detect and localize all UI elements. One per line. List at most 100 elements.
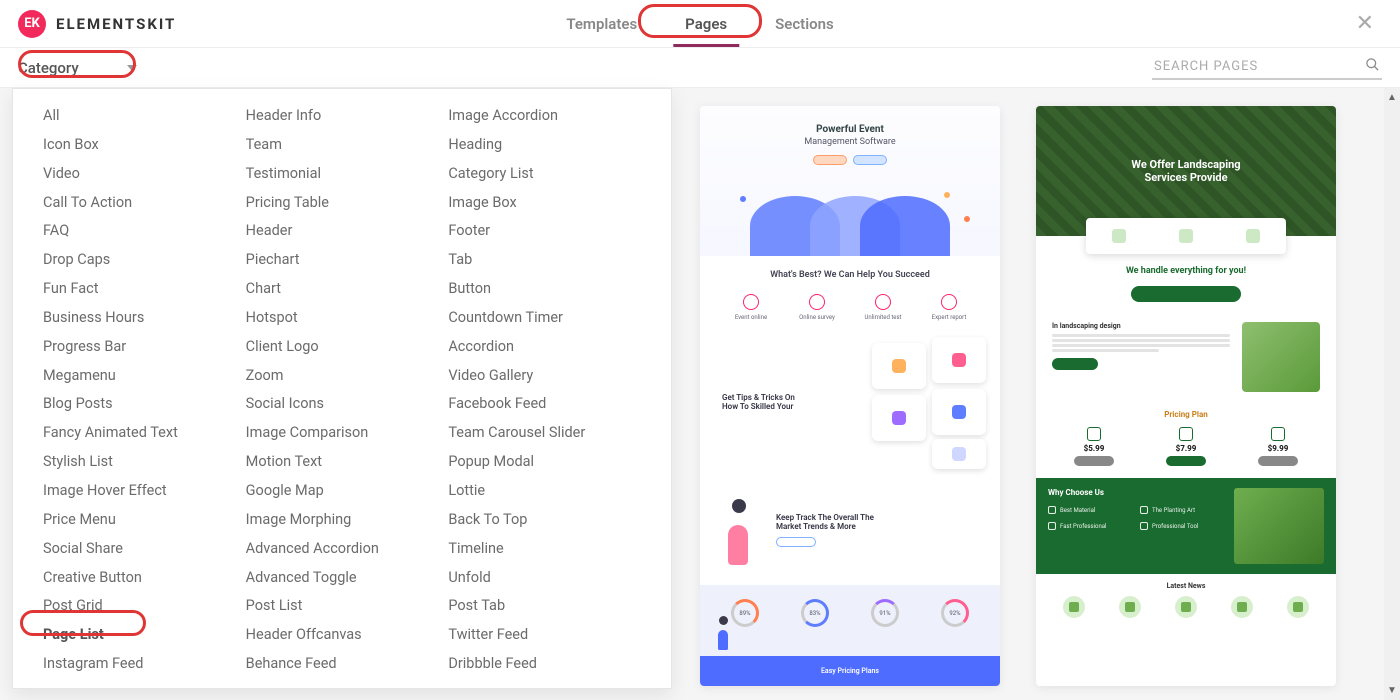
category-item[interactable]: Blog Posts bbox=[43, 395, 236, 414]
main-nav: Templates Pages Sections bbox=[566, 0, 833, 47]
category-item[interactable]: Advanced Toggle bbox=[246, 569, 439, 588]
category-item-post-grid[interactable]: Post Grid bbox=[43, 597, 236, 616]
preview-section: Keep Track The Overall The Market Trends… bbox=[700, 475, 1000, 585]
feature-label: Expert report bbox=[932, 314, 967, 321]
category-item[interactable]: Dribbble Feed bbox=[448, 655, 641, 674]
category-item[interactable]: Instagram Feed bbox=[43, 655, 236, 674]
category-item[interactable]: Image Morphing bbox=[246, 511, 439, 530]
preview-section: Get Tips & Tricks On How To Skilled Your bbox=[700, 335, 1000, 475]
category-item[interactable]: Header bbox=[246, 222, 439, 241]
template-card-landscaping[interactable]: We Offer Landscaping Services Provide We… bbox=[1036, 106, 1336, 686]
category-item[interactable]: Creative Button bbox=[43, 569, 236, 588]
category-item[interactable]: Heading bbox=[448, 136, 641, 155]
category-item[interactable]: Image Hover Effect bbox=[43, 482, 236, 501]
news-icon bbox=[1119, 596, 1141, 618]
category-item[interactable]: Lottie bbox=[448, 482, 641, 501]
category-item[interactable]: Footer bbox=[448, 222, 641, 241]
category-item[interactable]: Hotspot bbox=[246, 309, 439, 328]
category-item[interactable]: Timeline bbox=[448, 540, 641, 559]
category-item[interactable]: Post List bbox=[246, 597, 439, 616]
category-item[interactable]: Zoom bbox=[246, 367, 439, 386]
plan-icon bbox=[1087, 427, 1101, 441]
category-item[interactable]: Button bbox=[448, 280, 641, 299]
category-item[interactable]: Image Box bbox=[448, 194, 641, 213]
category-item[interactable]: Google Map bbox=[246, 482, 439, 501]
category-item[interactable]: Testimonial bbox=[246, 165, 439, 184]
category-item[interactable]: Video Gallery bbox=[448, 367, 641, 386]
leaf-icon bbox=[1112, 229, 1126, 243]
brand: EK ELEMENTSKIT bbox=[18, 10, 176, 38]
preview-button bbox=[1166, 456, 1206, 466]
category-item[interactable]: Behance Feed bbox=[246, 655, 439, 674]
category-item[interactable]: All bbox=[43, 107, 236, 126]
plan-price: $5.99 bbox=[1084, 444, 1105, 453]
preview-news: Latest News bbox=[1036, 574, 1336, 626]
scroll-up-icon[interactable]: ▲ bbox=[1387, 88, 1397, 107]
category-item[interactable]: Page List bbox=[43, 626, 236, 645]
person-icon bbox=[714, 616, 734, 650]
nav-pages[interactable]: Pages bbox=[685, 0, 727, 47]
preview-title: We Offer Landscaping Services Provide bbox=[1116, 158, 1256, 184]
category-item[interactable]: Price Menu bbox=[43, 511, 236, 530]
category-item[interactable]: Social Share bbox=[43, 540, 236, 559]
category-item[interactable]: Pricing Table bbox=[246, 194, 439, 213]
category-item[interactable]: Unfold bbox=[448, 569, 641, 588]
category-item[interactable]: Popup Modal bbox=[448, 453, 641, 472]
category-item[interactable]: Advanced Accordion bbox=[246, 540, 439, 559]
category-item[interactable]: Image Accordion bbox=[448, 107, 641, 126]
category-item[interactable]: Team bbox=[246, 136, 439, 155]
progress-dial: 83% bbox=[801, 599, 829, 627]
category-item[interactable]: Megamenu bbox=[43, 367, 236, 386]
preview-subtitle: Management Software bbox=[804, 137, 895, 147]
category-item[interactable]: Header Info bbox=[246, 107, 439, 126]
category-dropdown-trigger[interactable]: Category bbox=[18, 59, 137, 77]
category-item[interactable]: Category List bbox=[448, 165, 641, 184]
category-item[interactable]: Drop Caps bbox=[43, 251, 236, 270]
category-item[interactable]: Post Tab bbox=[448, 597, 641, 616]
category-item[interactable]: Accordion bbox=[448, 338, 641, 357]
category-item[interactable]: Fancy Animated Text bbox=[43, 424, 236, 443]
plan-icon bbox=[1179, 427, 1193, 441]
why-item: The Planting Art bbox=[1152, 507, 1195, 514]
preview-hero: We Offer Landscaping Services Provide bbox=[1036, 106, 1336, 236]
category-item[interactable]: Fun Fact bbox=[43, 280, 236, 299]
preview-heading: What's Best? We Can Help You Succeed bbox=[718, 270, 982, 280]
category-item[interactable]: Countdown Timer bbox=[448, 309, 641, 328]
search-icon[interactable] bbox=[1365, 57, 1380, 76]
category-item[interactable]: Stylish List bbox=[43, 453, 236, 472]
preview-cta-row bbox=[813, 155, 887, 165]
category-item[interactable]: FAQ bbox=[43, 222, 236, 241]
preview-pill bbox=[1131, 286, 1241, 302]
nav-sections[interactable]: Sections bbox=[775, 0, 834, 47]
category-item[interactable]: Piechart bbox=[246, 251, 439, 270]
category-item[interactable]: Call To Action bbox=[43, 194, 236, 213]
category-item[interactable]: Header Offcanvas bbox=[246, 626, 439, 645]
feature-label: Event online bbox=[735, 314, 767, 321]
preview-section: In landscaping design bbox=[1036, 312, 1336, 402]
dropdown-col-3: Image Accordion Heading Category List Im… bbox=[448, 107, 641, 674]
category-item[interactable]: Twitter Feed bbox=[448, 626, 641, 645]
preview-footer: Easy Pricing Plans bbox=[700, 656, 1000, 686]
scroll-down-icon[interactable]: ▼ bbox=[1387, 681, 1397, 700]
category-item[interactable]: Back To Top bbox=[448, 511, 641, 530]
preview-heading: Latest News bbox=[1046, 582, 1326, 590]
category-item[interactable]: Facebook Feed bbox=[448, 395, 641, 414]
category-item[interactable]: Progress Bar bbox=[43, 338, 236, 357]
category-item[interactable]: Business Hours bbox=[43, 309, 236, 328]
category-item[interactable]: Team Carousel Slider bbox=[448, 424, 641, 443]
nav-templates[interactable]: Templates bbox=[566, 0, 637, 47]
category-item[interactable]: Icon Box bbox=[43, 136, 236, 155]
category-item[interactable]: Motion Text bbox=[246, 453, 439, 472]
category-item[interactable]: Video bbox=[43, 165, 236, 184]
category-item[interactable]: Chart bbox=[246, 280, 439, 299]
template-card-event[interactable]: Powerful Event Management Software What'… bbox=[700, 106, 1000, 686]
category-dropdown-panel: All Icon Box Video Call To Action FAQ Dr… bbox=[12, 88, 672, 689]
category-item[interactable]: Social Icons bbox=[246, 395, 439, 414]
category-item[interactable]: Image Comparison bbox=[246, 424, 439, 443]
scrollbar[interactable]: ▲ ▼ bbox=[1384, 88, 1400, 700]
category-item[interactable]: Client Logo bbox=[246, 338, 439, 357]
category-item[interactable]: Tab bbox=[448, 251, 641, 270]
search-field[interactable] bbox=[1152, 55, 1382, 80]
close-icon[interactable]: ✕ bbox=[1348, 7, 1382, 40]
search-input[interactable] bbox=[1154, 59, 1365, 74]
